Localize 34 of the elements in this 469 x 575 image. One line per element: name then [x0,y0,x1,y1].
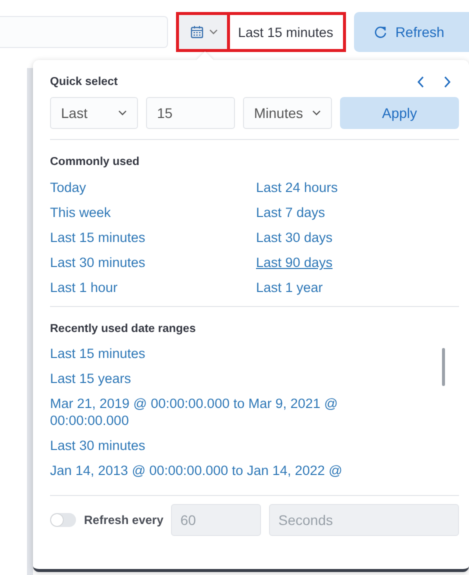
scrollbar-thumb[interactable] [442,348,445,386]
direction-select[interactable]: Last [50,97,138,129]
date-range-link[interactable]: Last 15 minutes [50,229,256,246]
chevron-down-icon [118,110,127,116]
refresh-icon [374,26,388,38]
date-range-link[interactable]: Last 1 year [256,279,459,296]
date-range-link[interactable]: Last 15 years [50,370,390,387]
date-range-link[interactable]: Last 7 days [256,204,459,221]
refresh-button[interactable]: Refresh [354,12,469,52]
section-title: Commonly used [50,156,140,168]
calendar-dropdown-button[interactable] [179,15,230,49]
refresh-label: Refresh every [84,513,164,527]
date-range-link[interactable]: Last 30 minutes [50,254,256,271]
date-range-link[interactable]: Today [50,179,256,196]
section-title: Quick select [50,76,118,88]
date-picker[interactable]: Last 15 minutes [176,12,346,52]
date-range-link[interactable]: Mar 21, 2019 @ 00:00:00.000 to Mar 9, 2021 @ 00:00:00.000 [50,395,390,429]
apply-button[interactable]: Apply [340,97,459,129]
date-range-link[interactable]: Last 90 days [256,254,459,271]
date-range-link[interactable]: Last 30 minutes [50,437,390,454]
date-range-link[interactable]: Last 1 hour [50,279,256,296]
date-range-link[interactable]: Last 24 hours [256,179,459,196]
chevron-down-icon [312,110,321,116]
chevron-down-icon [209,29,218,35]
date-range-link[interactable]: This week [50,204,256,221]
date-range-link[interactable]: Jan 14, 2013 @ 00:00:00.000 to Jan 14, 2022 @ [50,462,390,479]
section-title: Recently used date ranges [50,323,197,335]
calendar-icon [190,25,204,39]
unit-select[interactable]: Minutes [243,97,332,129]
date-range-link[interactable]: Last 15 minutes [50,345,390,362]
date-range-text[interactable]: Last 15 minutes [230,15,344,49]
date-range-link[interactable]: Last 30 days [256,229,459,246]
amount-field[interactable]: 15 [146,97,235,129]
search-field[interactable] [0,16,168,48]
